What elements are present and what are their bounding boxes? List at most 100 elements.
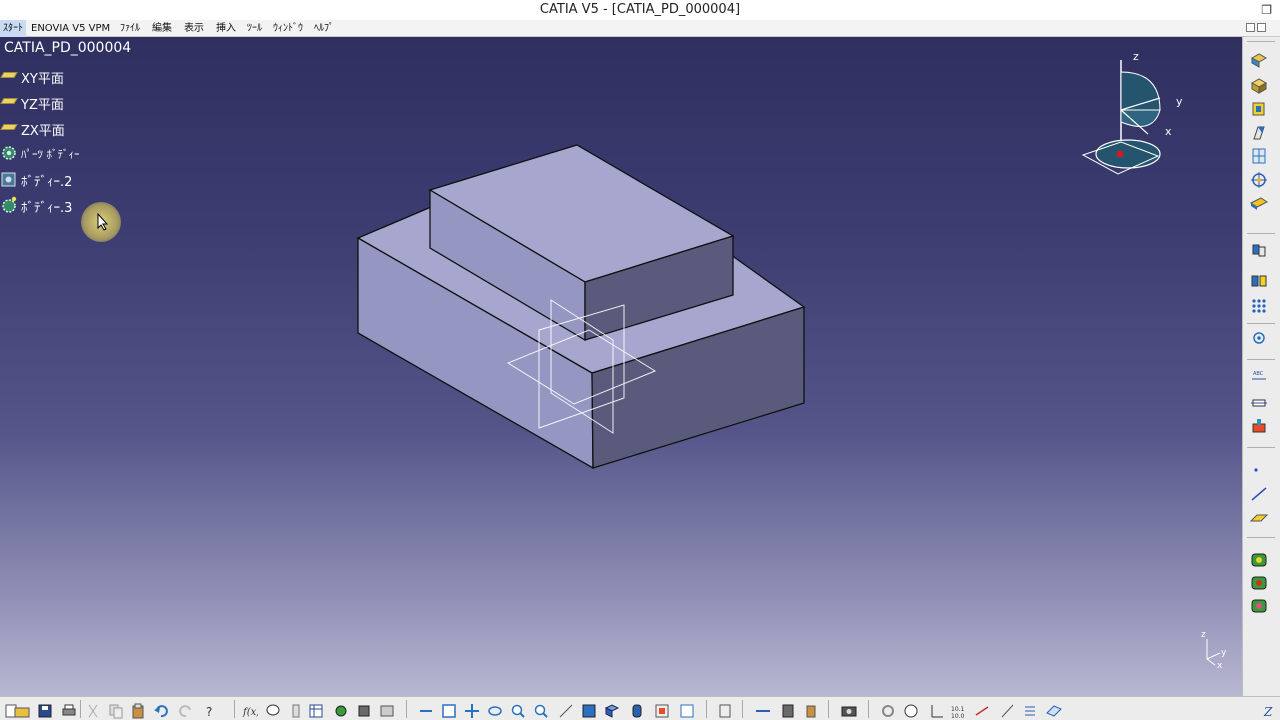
knowledge-icon[interactable] xyxy=(288,703,304,719)
cut-plane-icon[interactable] xyxy=(999,703,1015,719)
menu-window[interactable]: ｳｨﾝﾄﾞｳ xyxy=(270,20,306,37)
instantiate-icon[interactable] xyxy=(1249,574,1269,592)
scale-icon[interactable]: 10.110.0 xyxy=(951,703,967,719)
render-icon[interactable] xyxy=(679,703,695,719)
axis-triad: z y x xyxy=(1201,630,1227,669)
solid-model[interactable] xyxy=(0,37,1242,696)
3d-viewport[interactable]: CATIA_PD_000004 XY平面 YZ平面 ZX平面 ﾊﾟｰﾂ ﾎﾞﾃﾞ… xyxy=(0,37,1242,696)
tree-node-label: ﾊﾟｰﾂ ﾎﾞﾃﾞｨｰ xyxy=(21,148,80,161)
save-icon[interactable] xyxy=(37,703,53,719)
hole-icon[interactable] xyxy=(1249,147,1269,165)
swap-icon[interactable] xyxy=(654,703,670,719)
compass-icon[interactable] xyxy=(903,703,919,719)
plane-icon[interactable] xyxy=(1249,509,1269,527)
menu-view[interactable]: 表示 xyxy=(181,20,207,37)
svg-text:?: ? xyxy=(206,705,212,719)
apply-material-icon[interactable] xyxy=(1249,417,1269,435)
knowledge-advisor-icon[interactable]: Z xyxy=(1262,703,1278,719)
iso-view-icon[interactable] xyxy=(581,703,597,719)
pad-icon[interactable] xyxy=(1249,77,1269,95)
grid-icon[interactable] xyxy=(1022,703,1038,719)
shaft-icon[interactable] xyxy=(1249,124,1269,142)
triad-y-label: y xyxy=(1221,648,1227,658)
zoom-in-icon[interactable] xyxy=(510,703,526,719)
fit-all-icon[interactable] xyxy=(379,703,395,719)
move-icon[interactable] xyxy=(464,703,480,719)
body-icon xyxy=(2,196,17,213)
zoom-out-icon[interactable] xyxy=(533,703,549,719)
menu-bar: ｽﾀｰﾄ ENOVIA V5 VPM ﾌｧｲﾙ 編集 表示 挿入 ﾂｰﾙ ｳｨﾝ… xyxy=(0,20,1280,37)
table-icon[interactable] xyxy=(308,703,324,719)
pattern-icon[interactable] xyxy=(1249,297,1269,315)
compass-z-label: z xyxy=(1133,50,1139,63)
svg-text:10.0: 10.0 xyxy=(951,713,965,719)
pan-icon[interactable] xyxy=(418,703,434,719)
chamfer-icon[interactable] xyxy=(1249,195,1269,213)
doc-close-icon[interactable] xyxy=(1257,23,1266,32)
axis-icon[interactable] xyxy=(928,703,944,719)
shading-icon[interactable] xyxy=(604,703,620,719)
formula-icon[interactable]: f(x) xyxy=(242,703,258,719)
catalog-icon[interactable] xyxy=(1249,597,1269,615)
sketch-plane-icon[interactable] xyxy=(1046,703,1062,719)
menu-tools[interactable]: ﾂｰﾙ xyxy=(244,20,265,37)
fillet-icon[interactable] xyxy=(1249,171,1269,189)
compass-y-label: y xyxy=(1176,95,1183,108)
pocket-icon[interactable] xyxy=(1249,100,1269,118)
menu-file[interactable]: ﾌｧｲﾙ xyxy=(117,20,143,37)
svg-text:ABC: ABC xyxy=(1253,371,1264,377)
menu-start[interactable]: ｽﾀｰﾄ xyxy=(0,20,26,37)
normal-view-icon[interactable] xyxy=(558,703,574,719)
point-icon[interactable] xyxy=(1249,461,1269,479)
annotation-icon[interactable]: ABC xyxy=(1249,367,1269,385)
line-icon[interactable] xyxy=(1249,485,1269,503)
menu-edit[interactable]: 編集 xyxy=(149,20,175,37)
publish-icon[interactable] xyxy=(1249,551,1269,569)
manipulation-icon[interactable] xyxy=(717,703,733,719)
document-window-controls xyxy=(1244,21,1276,35)
fit-all-icon[interactable] xyxy=(441,703,457,719)
parameters-icon[interactable] xyxy=(333,703,349,719)
boolean-icon[interactable] xyxy=(1249,241,1269,259)
tree-node-label: ﾎﾞﾃﾞｨｰ.2 xyxy=(21,175,73,190)
restore-window-icon[interactable]: ❐ xyxy=(1261,0,1272,20)
part-body-icon xyxy=(2,146,16,160)
help-icon[interactable]: ? xyxy=(203,703,219,719)
mouse-cursor-icon xyxy=(97,213,109,231)
rotate-icon[interactable] xyxy=(487,703,503,719)
fly-icon[interactable] xyxy=(356,703,372,719)
cut-icon[interactable] xyxy=(85,703,101,719)
tree-node-label: XY平面 xyxy=(21,72,64,87)
comment-icon[interactable] xyxy=(265,703,281,719)
sketcher-icon[interactable] xyxy=(1249,51,1269,69)
body-icon xyxy=(1,172,16,187)
hide-show-icon[interactable] xyxy=(629,703,645,719)
undo-icon[interactable] xyxy=(153,703,169,719)
constraint-icon[interactable] xyxy=(1249,394,1269,412)
open-icon[interactable] xyxy=(14,703,30,719)
tree-node-label: ZX平面 xyxy=(21,124,65,139)
dimension-icon[interactable] xyxy=(974,703,990,719)
svg-text:f(x): f(x) xyxy=(242,707,258,718)
compass[interactable]: z y x xyxy=(1078,50,1188,180)
right-toolbar: ABC xyxy=(1242,37,1280,696)
title-bar: CATIA V5 - [CATIA_PD_000004] ❐ xyxy=(0,0,1280,20)
tree-node-label: ﾎﾞﾃﾞｨｰ.3 xyxy=(21,201,73,216)
measure-item-icon[interactable] xyxy=(803,703,819,719)
doc-minimize-icon[interactable] xyxy=(1246,23,1255,32)
menu-enovia[interactable]: ENOVIA V5 VPM xyxy=(28,20,113,37)
measure-icon[interactable] xyxy=(1249,329,1269,347)
camera-icon[interactable] xyxy=(841,703,857,719)
measure-between-icon[interactable] xyxy=(780,703,796,719)
paste-icon[interactable] xyxy=(130,703,146,719)
tree-root[interactable]: CATIA_PD_000004 xyxy=(4,40,131,56)
menu-insert[interactable]: 挿入 xyxy=(213,20,239,37)
triad-z-label: z xyxy=(1201,630,1206,640)
redo-icon[interactable] xyxy=(178,703,194,719)
menu-help[interactable]: ﾍﾙﾌﾟ xyxy=(311,20,337,37)
transform-icon[interactable] xyxy=(1249,272,1269,290)
refresh-icon[interactable] xyxy=(880,703,896,719)
print-icon[interactable] xyxy=(61,703,77,719)
copy-icon[interactable] xyxy=(108,703,124,719)
update-icon[interactable] xyxy=(755,703,771,719)
